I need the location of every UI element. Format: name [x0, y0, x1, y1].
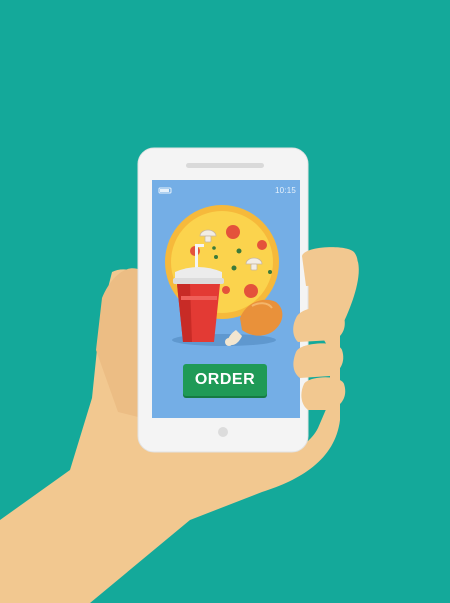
order-button[interactable]: ORDER [183, 364, 267, 396]
phone-home-button[interactable] [218, 427, 228, 437]
hand-and-phone-illustration [0, 147, 359, 603]
phone-speaker [186, 163, 264, 168]
status-time: 10:15 [274, 186, 296, 195]
illustration-scene: 10:15 ORDER [0, 0, 450, 603]
